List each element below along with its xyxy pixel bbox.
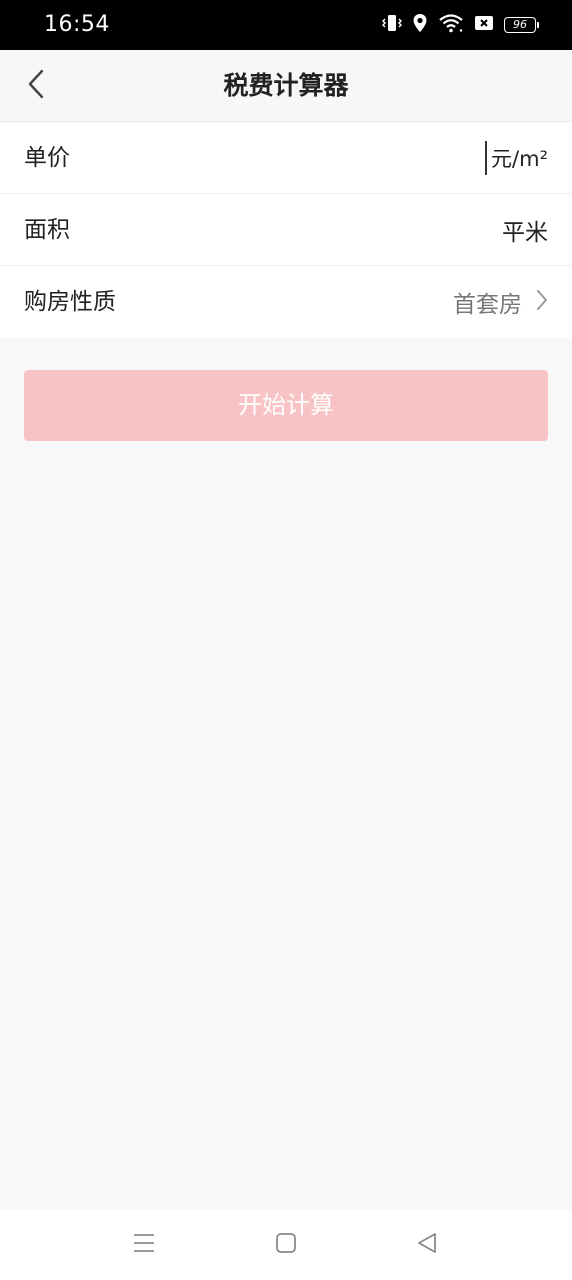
back-triangle-icon [416, 1232, 438, 1258]
area-input[interactable]: 平米 [502, 214, 548, 246]
text-cursor [485, 141, 488, 175]
tax-form: 单价 元/m² 面积 平米 购房性质 首套房 [0, 122, 572, 338]
menu-icon [132, 1232, 156, 1258]
page-title: 税费计算器 [223, 71, 349, 100]
purchase-type-value: 首套房 [453, 292, 522, 318]
start-calculate-button[interactable]: 开始计算 [24, 370, 548, 441]
wifi-icon [438, 13, 464, 37]
nav-bar: 税费计算器 [0, 50, 572, 122]
purchase-type-label: 购房性质 [24, 289, 116, 315]
sim-off-icon [474, 14, 494, 36]
unit-price-unit: 元/m² [491, 147, 548, 171]
status-time: 16:54 [44, 12, 110, 37]
unit-price-row[interactable]: 单价 元/m² [0, 122, 572, 194]
menu-button[interactable] [131, 1232, 157, 1258]
system-nav-bar [0, 1210, 572, 1280]
back-nav-button[interactable] [414, 1232, 440, 1258]
home-button[interactable] [273, 1232, 299, 1258]
area-label: 面积 [24, 217, 70, 243]
unit-price-input[interactable]: 元/m² [485, 141, 548, 175]
area-row[interactable]: 面积 平米 [0, 194, 572, 266]
battery-icon: 96 [504, 17, 539, 33]
vibrate-icon [382, 12, 402, 38]
purchase-type-row[interactable]: 购房性质 首套房 [0, 266, 572, 338]
location-icon [412, 13, 428, 37]
purchase-type-select[interactable]: 首套房 [453, 286, 548, 318]
area-unit: 平米 [502, 220, 548, 246]
chevron-right-icon [536, 289, 548, 315]
status-icons: 96 [382, 12, 539, 38]
home-icon [275, 1232, 297, 1258]
status-bar: 16:54 96 [0, 0, 572, 50]
unit-price-label: 单价 [24, 145, 70, 171]
